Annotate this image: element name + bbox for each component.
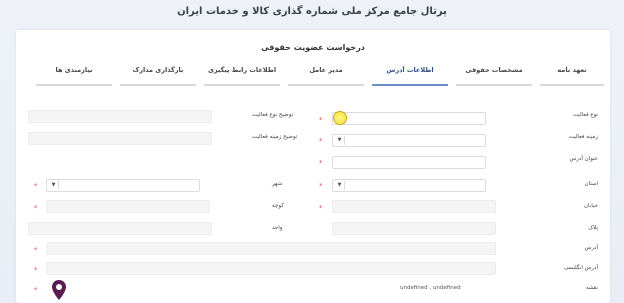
label-address-title: عنوان آدرس [569, 156, 598, 162]
label-city: شهر [272, 181, 283, 187]
address-title-input[interactable] [332, 156, 486, 169]
label-activity-type: نوع فعالیت [572, 112, 598, 118]
chevron-down-icon: ▼ [335, 136, 345, 145]
required-mark: * [319, 116, 323, 124]
activity-type-select[interactable]: ▼ [332, 112, 486, 125]
tab-address-info[interactable]: اطلاعات آدرس [372, 66, 448, 86]
map-coordinates: undefined , undefined [400, 285, 461, 291]
alley-input[interactable] [46, 200, 210, 213]
map-pin-icon[interactable] [52, 280, 66, 300]
address-en-input[interactable] [46, 262, 496, 275]
tab-legal-info[interactable]: مشخصات حقوقی [456, 66, 532, 86]
label-activity-field-desc: توضیح زمینه فعالیت [252, 134, 298, 140]
membership-form-card: درخواست عضویت حقوقی تعهد نامه مشخصات حقو… [16, 30, 610, 303]
label-address-en: آدرس انگلیسی [563, 265, 598, 271]
tab-upload-documents[interactable]: بارگذاری مدارک [120, 66, 196, 86]
city-select[interactable]: ▼ [46, 179, 200, 192]
chevron-down-icon: ▼ [335, 181, 345, 190]
street-input[interactable] [332, 200, 496, 213]
tab-requirements[interactable]: نیازمندی ها [36, 66, 112, 86]
required-mark: * [34, 266, 38, 274]
label-province: استان [584, 181, 598, 187]
required-mark: * [319, 137, 323, 145]
portal-title: پرتال جامع مرکز ملی شماره گذاری کالا و خ… [177, 6, 447, 17]
required-mark: * [319, 204, 323, 212]
tab-ceo[interactable]: مدیر عامل [288, 66, 364, 86]
label-activity-type-desc: توضیح نوع فعالیت [252, 112, 294, 118]
label-street: خیابان [584, 203, 598, 209]
province-select[interactable]: ▼ [332, 179, 486, 192]
label-alley: کوچه [272, 203, 284, 209]
plaque-input[interactable] [332, 222, 496, 235]
required-mark: * [319, 159, 323, 167]
label-unit: واحد [272, 225, 283, 231]
tab-contact-person[interactable]: اطلاعات رابط پیگیری [204, 66, 280, 86]
mouse-cursor-highlight [333, 111, 347, 125]
required-mark: * [34, 204, 38, 212]
required-mark: * [34, 246, 38, 254]
required-mark: * [34, 182, 38, 190]
activity-field-desc-input[interactable] [28, 132, 212, 145]
chevron-down-icon: ▼ [49, 181, 59, 190]
unit-input[interactable] [28, 222, 212, 235]
required-mark: * [319, 182, 323, 190]
form-tabs: تعهد نامه مشخصات حقوقی اطلاعات آدرس مدیر… [24, 66, 604, 86]
form-title: درخواست عضویت حقوقی [261, 43, 365, 52]
activity-type-desc-input[interactable] [28, 110, 212, 123]
label-plaque: پلاک [588, 225, 598, 231]
label-address: آدرس [584, 245, 598, 251]
tab-commitment[interactable]: تعهد نامه [540, 66, 604, 86]
activity-field-select[interactable]: ▼ [332, 134, 486, 147]
label-map: نقشه [585, 285, 598, 291]
label-activity-field: زمینه فعالیت [568, 134, 598, 140]
address-input[interactable] [46, 242, 496, 255]
required-mark: * [34, 286, 38, 294]
